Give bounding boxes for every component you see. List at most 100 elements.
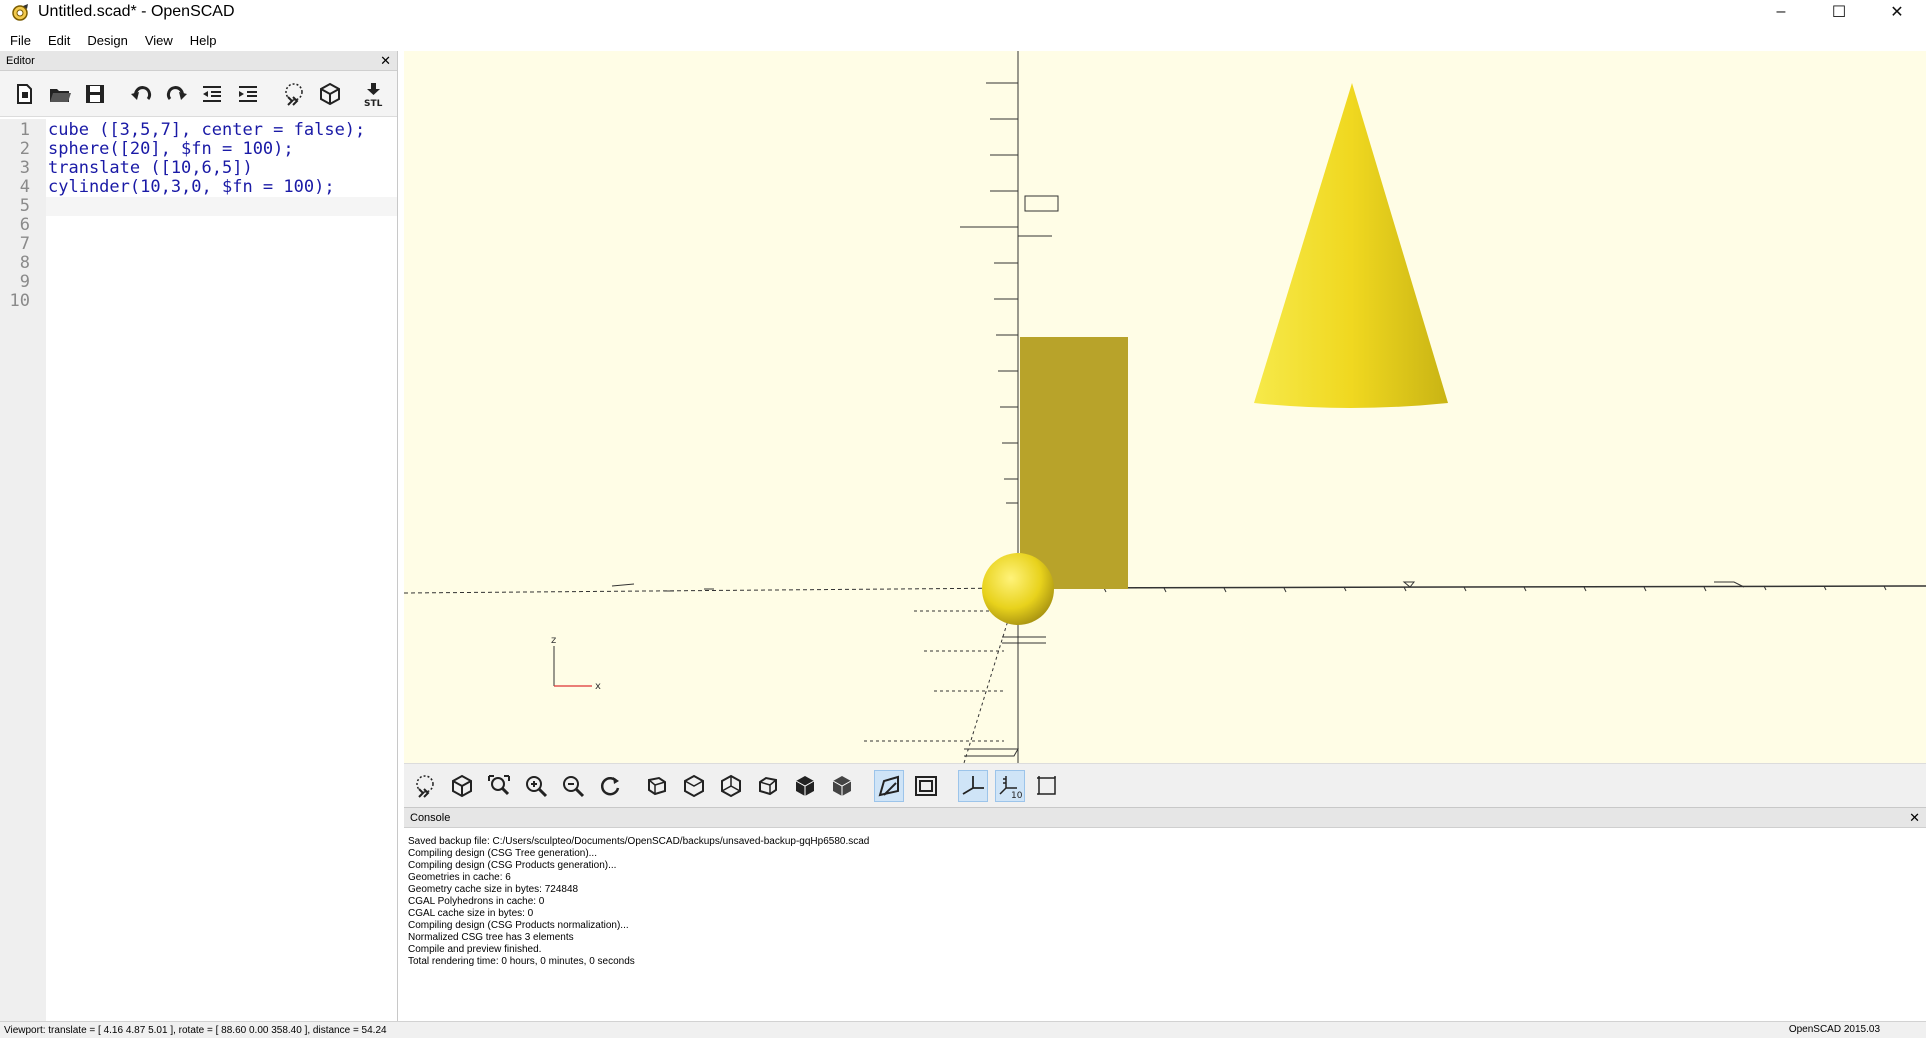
console-panel: Console ✕ Saved backup file: C:/Users/sc… <box>404 807 1926 1021</box>
version-label: OpenSCAD 2015.03 <box>1788 1024 1880 1035</box>
menu-file[interactable]: File <box>10 33 31 48</box>
code-line-current[interactable] <box>46 197 397 216</box>
title-bar: Untitled.scad* - OpenSCAD – ☐ ✕ <box>0 0 1926 23</box>
console-line: Geometries in cache: 6 <box>408 872 511 883</box>
view-preview-button[interactable] <box>410 770 440 802</box>
editor-header: Editor ✕ <box>0 51 397 71</box>
redo-button[interactable] <box>163 78 191 110</box>
menu-view[interactable]: View <box>145 33 173 48</box>
unindent-icon <box>203 85 222 102</box>
undo-icon <box>130 85 152 100</box>
view-bottom-button[interactable] <box>716 770 746 802</box>
console-line: CGAL cache size in bytes: 0 <box>408 908 534 919</box>
show-edges-button[interactable] <box>1032 770 1062 802</box>
cube-top-icon <box>684 774 704 797</box>
code-line[interactable] <box>46 273 397 292</box>
view-left-button[interactable] <box>753 770 783 802</box>
line-number: 2 <box>19 139 30 159</box>
close-button[interactable]: ✕ <box>1868 0 1926 23</box>
edges-icon <box>1037 775 1056 795</box>
redo-icon <box>166 85 187 100</box>
view-right-button[interactable] <box>642 770 672 802</box>
3d-viewport[interactable]: z x <box>404 51 1926 763</box>
new-file-button[interactable] <box>10 78 38 110</box>
console-close-icon[interactable]: ✕ <box>1909 810 1920 826</box>
menu-design[interactable]: Design <box>87 33 127 48</box>
console-line: Compiling design (CSG Tree generation)..… <box>408 848 597 859</box>
console-title: Console <box>410 811 451 824</box>
maximize-button[interactable]: ☐ <box>1810 0 1868 23</box>
cube-object <box>1020 337 1128 589</box>
editor-panel: Editor ✕ STL 1 2 3 4 5 6 7 8 9 10 cube (… <box>0 51 398 1021</box>
console-output[interactable]: Saved backup file: C:/Users/sculpteo/Doc… <box>404 828 1926 976</box>
save-file-button[interactable] <box>81 78 109 110</box>
indent-button[interactable] <box>234 78 262 110</box>
view-all-button[interactable] <box>484 770 514 802</box>
code-line[interactable]: sphere([20], $fn = 100); <box>46 140 397 159</box>
reset-rotate-icon <box>600 776 620 795</box>
show-axes-button[interactable] <box>958 769 988 802</box>
openscad-logo-icon <box>10 3 30 21</box>
svg-text:10: 10 <box>1011 791 1023 799</box>
status-bar: Viewport: translate = [ 4.16 4.87 5.01 ]… <box>0 1021 1926 1038</box>
line-number: 1 <box>19 120 30 140</box>
orthogonal-button[interactable] <box>911 770 941 802</box>
console-line: Geometry cache size in bytes: 724848 <box>408 884 579 895</box>
cube-front-icon <box>795 775 815 796</box>
show-scale-button[interactable]: 10 <box>995 769 1025 802</box>
view-top-button[interactable] <box>679 770 709 802</box>
console-header: Console ✕ <box>404 808 1926 828</box>
cube-right-icon <box>648 776 666 795</box>
console-line: Compiling design (CSG Products generatio… <box>408 860 617 871</box>
console-line: Saved backup file: C:/Users/sculpteo/Doc… <box>408 836 870 847</box>
undo-button[interactable] <box>127 78 155 110</box>
menu-edit[interactable]: Edit <box>48 33 70 48</box>
zoom-out-icon <box>563 775 585 797</box>
preview-icon <box>416 774 434 798</box>
preview-icon <box>285 82 303 106</box>
perspective-button[interactable] <box>874 769 904 802</box>
open-file-button[interactable] <box>46 78 74 110</box>
scale-markers-icon: 10 <box>999 775 1023 799</box>
console-line: CGAL Polyhedrons in cache: 0 <box>408 896 545 907</box>
line-number: 5 <box>19 196 30 216</box>
render-cube-icon <box>319 82 340 105</box>
sphere-object <box>982 553 1054 625</box>
view-back-button[interactable] <box>827 770 857 802</box>
code-line[interactable] <box>46 254 397 273</box>
cone-object <box>1254 83 1448 408</box>
view-render-button[interactable] <box>447 770 477 802</box>
code-text-area[interactable]: cube ([3,5,7], center = false); sphere([… <box>46 119 397 1021</box>
menu-help[interactable]: Help <box>190 33 217 48</box>
axes-icon <box>962 775 984 795</box>
zoom-out-button[interactable] <box>558 770 588 802</box>
line-number: 10 <box>9 291 30 311</box>
unindent-button[interactable] <box>199 78 227 110</box>
editor-close-icon[interactable]: ✕ <box>380 53 391 69</box>
minimize-button[interactable]: – <box>1752 0 1810 23</box>
code-editor[interactable]: 1 2 3 4 5 6 7 8 9 10 cube ([3,5,7], cent… <box>0 119 397 1021</box>
reset-view-button[interactable] <box>595 770 625 802</box>
code-line[interactable]: cube ([3,5,7], center = false); <box>46 121 397 140</box>
zoom-fit-icon <box>488 774 510 795</box>
code-line[interactable]: cylinder(10,3,0, $fn = 100); <box>46 178 397 197</box>
folder-open-icon <box>49 88 71 102</box>
editor-toolbar: STL <box>0 71 397 117</box>
code-line[interactable]: translate ([10,6,5]) <box>46 159 397 178</box>
viewport-scene: z x <box>404 51 1926 763</box>
export-stl-button[interactable]: STL <box>361 78 389 110</box>
cube-left-icon <box>759 776 777 795</box>
line-number: 9 <box>19 272 30 292</box>
code-line[interactable] <box>46 292 397 311</box>
view-front-button[interactable] <box>790 770 820 802</box>
cube-back-icon <box>832 775 852 796</box>
zoom-in-button[interactable] <box>521 770 551 802</box>
code-line[interactable] <box>46 235 397 254</box>
render-button[interactable] <box>316 78 344 110</box>
axes-gizmo: z x <box>551 635 601 692</box>
svg-text:z: z <box>551 635 556 646</box>
line-number: 7 <box>19 234 30 254</box>
preview-button[interactable] <box>280 78 308 110</box>
code-line[interactable] <box>46 216 397 235</box>
cube-bottom-icon <box>721 774 741 797</box>
